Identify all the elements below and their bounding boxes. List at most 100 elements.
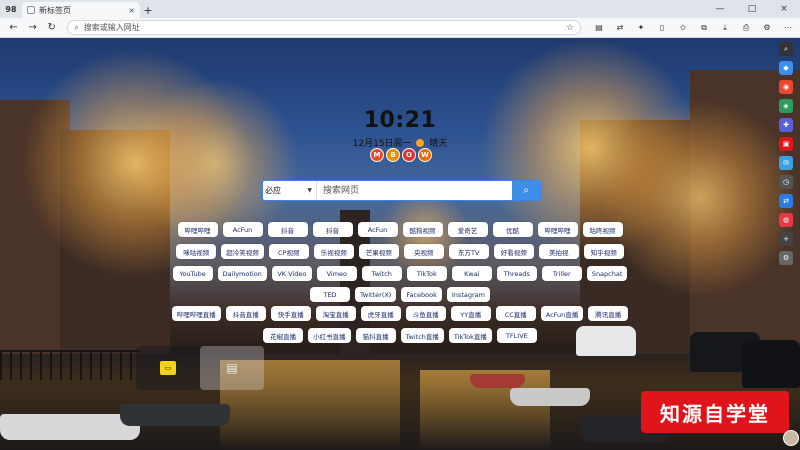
quick-link-button[interactable]: 抖音直播 (225, 306, 266, 321)
sidebar-tools-icon[interactable]: ✚ (779, 118, 793, 132)
quick-link-button[interactable]: 哔哩哔哩 (177, 222, 218, 237)
badge-b[interactable]: B (386, 148, 400, 162)
quick-link-button[interactable]: 咕咚视频 (582, 222, 623, 237)
extensions-icon[interactable]: ✦ (633, 20, 649, 36)
split-screen-icon[interactable]: ▯ (654, 20, 670, 36)
sidebar-app-icon[interactable]: ◍ (779, 213, 793, 227)
reader-mode-icon[interactable]: ▤ (591, 20, 607, 36)
quick-link-button[interactable]: Vimeo (316, 266, 357, 281)
quick-link-button[interactable]: 淘宝直播 (315, 306, 356, 321)
sidebar-copilot-icon[interactable]: ◆ (779, 61, 793, 75)
quick-link-button[interactable]: Twitter(X) (355, 287, 397, 302)
refresh-icon[interactable]: ↻ (42, 18, 61, 38)
quick-link-button[interactable]: 哔哩哔哩直播 (171, 306, 221, 321)
quick-link-button[interactable]: 东方TV (448, 244, 489, 259)
quick-link-button[interactable]: 斗鱼直播 (405, 306, 446, 321)
quick-link-button[interactable]: AcFun (222, 222, 263, 237)
address-bar: ← → ↻ ⌕ 搜索或输入网址 ☆ ▤ ⇄ ✦ ▯ ✩ ⧉ ⤓ ⎙ ⚙ ⋯ (0, 18, 800, 38)
quick-link-button[interactable]: YouTube (172, 266, 213, 281)
quick-link-button[interactable]: VK Video (271, 266, 312, 281)
sidebar-settings-icon[interactable]: ⚙ (779, 251, 793, 265)
settings-icon[interactable]: ⚙ (759, 20, 775, 36)
sidebar-outlook-icon[interactable]: ✉ (779, 156, 793, 170)
quick-link-button[interactable]: Triller (541, 266, 582, 281)
quick-link-button[interactable]: 咪咕视频 (176, 244, 217, 259)
quick-links-row: YouTube Dailymotion VK Video Vimeo Twitch Tik… (0, 266, 800, 281)
screenshot-icon[interactable]: ⎙ (738, 20, 754, 36)
address-input[interactable]: ⌕ 搜索或输入网址 ☆ (67, 20, 582, 35)
quick-link-button[interactable]: 抖音 (312, 222, 353, 237)
quick-link-button[interactable]: 央视频 (403, 244, 444, 259)
sidebar-search-icon[interactable]: ⌕ (779, 42, 793, 56)
sidebar-clock-icon[interactable]: ◷ (779, 175, 793, 189)
quick-link-button[interactable]: 花椒直播 (263, 328, 304, 343)
tab-new-tab[interactable]: 新标签页 × (22, 2, 140, 18)
search-engine-select[interactable]: 必应 ▼ (263, 181, 317, 200)
quick-link-button[interactable]: 酷狗视频 (402, 222, 443, 237)
avatar[interactable] (783, 430, 799, 446)
more-menu-icon[interactable]: ⋯ (780, 20, 796, 36)
favorites-icon[interactable]: ✩ (675, 20, 691, 36)
weather-text: 晴天 (429, 139, 448, 149)
search-button[interactable]: ⌕ (512, 181, 540, 200)
quick-link-button[interactable]: Instagram (446, 287, 490, 302)
sidebar-games-icon[interactable]: ◈ (779, 99, 793, 113)
downloads-icon[interactable]: ⤓ (717, 20, 733, 36)
quick-link-button[interactable]: TFLIVE (496, 328, 537, 343)
quick-link-button[interactable]: 抖音 (267, 222, 308, 237)
close-window-button[interactable]: × (768, 0, 800, 18)
tab-close-icon[interactable]: × (128, 6, 135, 15)
bookmark-star-icon[interactable]: ☆ (566, 23, 574, 33)
quick-link-button[interactable]: 芒果视频 (358, 244, 399, 259)
boat-2 (120, 404, 230, 426)
sidebar-office-icon[interactable]: ▣ (779, 137, 793, 151)
quick-link-button[interactable]: TikTok (406, 266, 447, 281)
search-input[interactable] (317, 181, 512, 200)
quick-link-button[interactable]: AcFun直播 (540, 306, 584, 321)
forward-icon[interactable]: → (23, 18, 42, 38)
quick-link-button[interactable]: CP视频 (268, 244, 309, 259)
sidebar-shopping-icon[interactable]: ◉ (779, 80, 793, 94)
sidebar-translate-icon[interactable]: ⇄ (779, 194, 793, 208)
quick-link-button[interactable]: 好看视频 (493, 244, 534, 259)
maximize-button[interactable]: □ (736, 0, 768, 18)
quick-link-button[interactable]: TikTok直播 (448, 328, 492, 343)
minimize-button[interactable]: — (704, 0, 736, 18)
quick-link-button[interactable]: 哔哩哔哩 (537, 222, 578, 237)
quick-link-button[interactable]: AcFun (357, 222, 398, 237)
quick-link-button[interactable]: 乐视视频 (313, 244, 354, 259)
address-placeholder: 搜索或输入网址 (83, 23, 140, 32)
quick-link-button[interactable]: Facebook (401, 287, 442, 302)
quick-link-button[interactable]: 超冷笑视频 (221, 244, 264, 259)
quick-link-button[interactable]: Twitch (361, 266, 402, 281)
badge-o[interactable]: O (402, 148, 416, 162)
collections-icon[interactable]: ⧉ (696, 20, 712, 36)
quick-link-button[interactable]: 美拍视 (538, 244, 579, 259)
quick-link-button[interactable]: TED (310, 287, 351, 302)
translate-icon[interactable]: ⇄ (612, 20, 628, 36)
quick-link-button[interactable]: 猫抖直播 (355, 328, 396, 343)
quick-link-button[interactable]: Dailymotion (217, 266, 267, 281)
back-icon[interactable]: ← (4, 18, 23, 38)
quick-link-button[interactable]: 知乎视频 (583, 244, 624, 259)
quick-link-button[interactable]: 爱奇艺 (447, 222, 488, 237)
quick-link-button[interactable]: Threads (496, 266, 537, 281)
sidebar-add-icon[interactable]: + (779, 232, 793, 246)
quick-link-button[interactable]: Snapchat (586, 266, 628, 281)
quick-link-button[interactable]: 快手直播 (270, 306, 311, 321)
quick-link-button[interactable]: 腾讯直播 (588, 306, 629, 321)
badge-m[interactable]: M (370, 148, 384, 162)
browser-logo-icon[interactable]: 98 (0, 0, 22, 18)
quick-link-button[interactable]: Twitch直播 (400, 328, 444, 343)
quick-link-button[interactable]: 虎牙直播 (360, 306, 401, 321)
quick-link-button[interactable]: CC直播 (495, 306, 536, 321)
quick-link-button[interactable]: 小红书直播 (308, 328, 351, 343)
notes-widget[interactable]: ▭ (136, 346, 200, 390)
quick-link-button[interactable]: Kwai (451, 266, 492, 281)
quick-link-button[interactable]: 优酷 (492, 222, 533, 237)
files-widget[interactable]: ▤ (200, 346, 264, 390)
page-favicon-icon (27, 6, 35, 14)
badge-w[interactable]: W (418, 148, 432, 162)
new-tab-button[interactable]: + (140, 2, 156, 18)
quick-link-button[interactable]: YY直播 (450, 306, 491, 321)
